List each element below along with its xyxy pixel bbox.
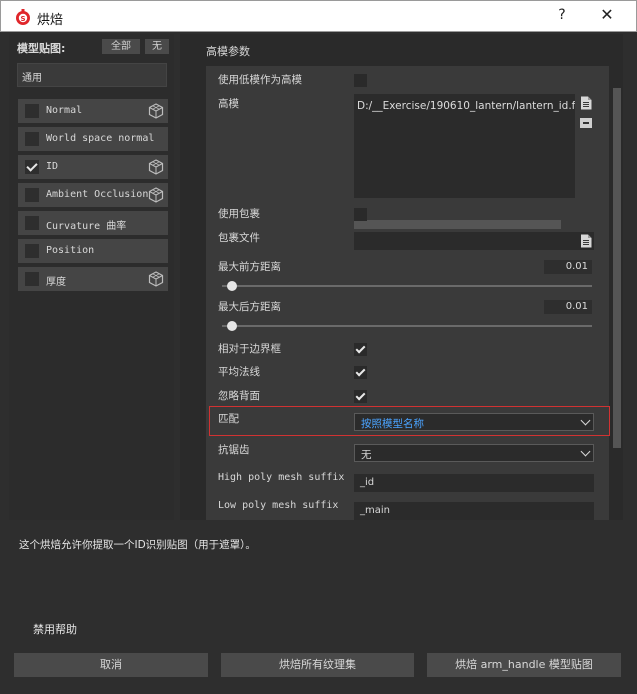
substance-logo-icon: S <box>16 9 30 25</box>
low-poly-suffix-input[interactable]: _main <box>354 502 594 520</box>
map-label: ID <box>46 161 59 172</box>
map-label: 厚度 <box>46 277 66 288</box>
max-rear-distance-value[interactable]: 0.01 <box>544 300 592 314</box>
ignore-backface-checkbox[interactable] <box>354 390 367 403</box>
max-rear-distance-slider[interactable] <box>222 325 592 327</box>
antialiasing-dropdown[interactable]: 无 <box>354 444 594 462</box>
open-file-icon[interactable] <box>580 96 592 110</box>
ignore-backface-label: 忽略背面 <box>218 390 260 402</box>
map-checkbox[interactable] <box>25 244 39 258</box>
max-rear-distance-handle[interactable] <box>227 321 238 331</box>
window-title: 烘焙 <box>37 13 64 28</box>
help-button[interactable]: ? <box>553 7 571 25</box>
map-label: Normal <box>46 105 83 116</box>
map-label: Ambient Occlusion <box>46 189 149 200</box>
map-label: Curvature 曲率 <box>46 221 127 232</box>
map-item-curvature[interactable]: Curvature 曲率 <box>18 211 168 235</box>
use-low-as-high-checkbox[interactable] <box>354 74 367 87</box>
high-poly-list-scrollbar[interactable] <box>354 220 561 229</box>
high-poly-label: 高模 <box>218 98 239 110</box>
cube-settings-icon[interactable] <box>148 103 164 119</box>
chevron-down-icon <box>580 446 591 457</box>
disable-help-toggle[interactable]: 禁用帮助 <box>33 621 77 637</box>
match-row-highlight <box>209 406 610 436</box>
map-checkbox[interactable] <box>25 216 39 230</box>
svg-text:S: S <box>20 15 25 23</box>
settings-scrollbar[interactable] <box>613 88 621 448</box>
high-poly-params-title: 高模参数 <box>206 45 250 58</box>
cancel-button[interactable]: 取消 <box>14 653 208 677</box>
average-normals-label: 平均法线 <box>218 366 260 378</box>
use-cage-label: 使用包裹 <box>218 208 260 220</box>
map-item-position[interactable]: Position <box>18 239 168 263</box>
bake-all-texture-sets-button[interactable]: 烘焙所有纹理集 <box>221 653 414 677</box>
mesh-maps-panel: 模型贴图: 全部 无 通用 Normal World space normal … <box>9 34 174 520</box>
relative-to-bbox-checkbox[interactable] <box>354 343 367 356</box>
use-low-as-high-label: 使用低模作为高模 <box>218 74 302 86</box>
high-poly-file-list[interactable]: D:/__Exercise/190610_lantern/lantern_id.… <box>354 94 575 198</box>
map-checkbox[interactable] <box>25 188 39 202</box>
title-bar: S 烘焙 ? ✕ <box>0 0 637 32</box>
cube-settings-icon[interactable] <box>148 271 164 287</box>
use-cage-checkbox[interactable] <box>354 208 367 221</box>
select-all-button[interactable]: 全部 <box>102 39 140 54</box>
bake-description: 这个烘焙允许你提取一个ID识别贴图（用于遮罩）。 <box>19 539 256 551</box>
cage-file-field[interactable] <box>354 232 594 250</box>
common-item[interactable]: 通用 <box>17 63 167 87</box>
map-checkbox[interactable] <box>25 132 39 146</box>
max-front-distance-label: 最大前方距离 <box>218 261 281 273</box>
cube-settings-icon[interactable] <box>148 159 164 175</box>
mesh-maps-label: 模型贴图: <box>17 42 66 55</box>
max-front-distance-slider[interactable] <box>222 285 592 287</box>
high-poly-suffix-label: High poly mesh suffix <box>218 472 345 483</box>
high-poly-suffix-input[interactable]: _id <box>354 474 594 492</box>
map-label: Position <box>46 245 95 256</box>
map-item-world-space-normal[interactable]: World space normal <box>18 127 168 151</box>
map-item-id[interactable]: ID <box>18 155 168 179</box>
max-rear-distance-label: 最大后方距离 <box>218 301 281 313</box>
map-item-ambient-occlusion[interactable]: Ambient Occlusion <box>18 183 168 207</box>
map-label: World space normal <box>46 133 155 144</box>
antialiasing-label: 抗锯齿 <box>218 444 250 456</box>
select-none-button[interactable]: 无 <box>145 39 169 54</box>
bake-texture-set-button[interactable]: 烘焙 arm_handle 模型贴图 <box>427 653 621 677</box>
antialiasing-dropdown-value: 无 <box>361 449 372 461</box>
relative-to-bbox-label: 相对于边界框 <box>218 343 281 355</box>
cube-settings-icon[interactable] <box>148 187 164 203</box>
low-poly-suffix-label: Low poly mesh suffix <box>218 500 339 511</box>
map-item-thickness[interactable]: 厚度 <box>18 267 168 291</box>
open-file-icon[interactable] <box>580 234 592 248</box>
average-normals-checkbox[interactable] <box>354 366 367 379</box>
max-front-distance-handle[interactable] <box>227 281 238 291</box>
map-item-normal[interactable]: Normal <box>18 99 168 123</box>
cage-file-label: 包裹文件 <box>218 232 260 244</box>
settings-group: 使用低模作为高模 高模 D:/__Exercise/190610_lantern… <box>206 66 609 520</box>
remove-mesh-button[interactable] <box>580 118 592 128</box>
map-checkbox-checked[interactable] <box>25 160 39 174</box>
bake-settings-panel: 高模参数 使用低模作为高模 高模 D:/__Exercise/190610_la… <box>180 34 623 520</box>
map-checkbox[interactable] <box>25 272 39 286</box>
map-checkbox[interactable] <box>25 104 39 118</box>
max-front-distance-value[interactable]: 0.01 <box>544 260 592 274</box>
close-button[interactable]: ✕ <box>597 5 617 27</box>
